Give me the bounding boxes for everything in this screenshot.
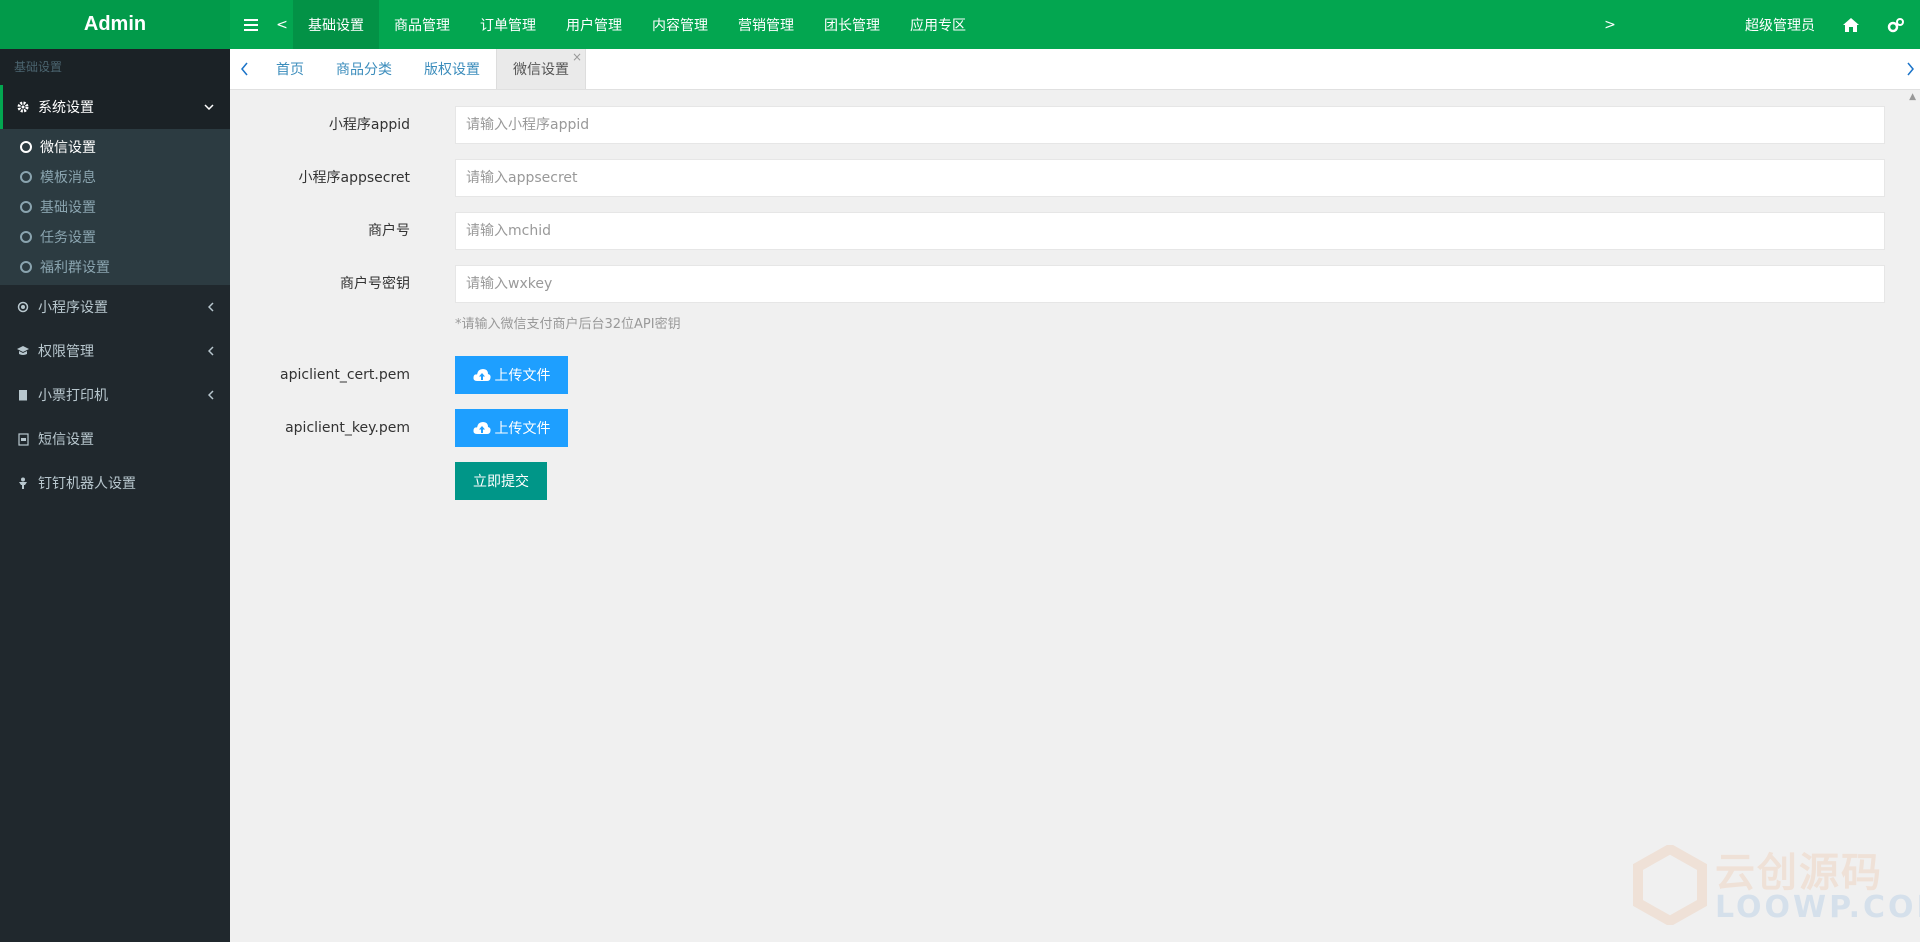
sidebar-item-printer[interactable]: 小票打印机 (0, 373, 230, 417)
form-row-mchid: 商户号 (230, 212, 1890, 250)
user-menu[interactable]: 超级管理员 (1730, 0, 1830, 49)
tab-home[interactable]: 首页 (260, 49, 320, 89)
page-tabs: 首页 商品分类 版权设置 微信设置 × (260, 49, 586, 89)
sidebar-item-dingtalk[interactable]: 钉钉机器人设置 (0, 461, 230, 505)
upload-cert-label: 上传文件 (494, 368, 551, 384)
sidebar-header: 基础设置 (0, 49, 230, 85)
topnav-item-content[interactable]: 内容管理 (637, 0, 723, 49)
watermark-text-en: LOOWP.COM (1715, 890, 1920, 925)
topnav-item-marketing[interactable]: 营销管理 (723, 0, 809, 49)
chevron-left-icon (208, 373, 214, 417)
circle-icon (20, 201, 32, 213)
submit-button[interactable]: 立即提交 (455, 462, 547, 500)
sidebar-item-label: 权限管理 (38, 344, 94, 360)
chevron-left-icon (208, 329, 214, 373)
appid-label: 小程序appid (328, 117, 410, 133)
sidebar-subitem-label: 福利群设置 (40, 260, 110, 276)
tab-goods-category[interactable]: 商品分类 (320, 49, 408, 89)
upload-key-button[interactable]: 上传文件 (455, 409, 568, 447)
form-row-appid: 小程序appid (230, 106, 1890, 144)
sidebar-submenu-system: 微信设置 模板消息 基础设置 任务设置 福利群设置 (0, 129, 230, 285)
circle-icon (20, 261, 32, 273)
chevron-left-icon (208, 285, 214, 329)
robot-icon (16, 476, 30, 490)
topnav-item-users[interactable]: 用户管理 (551, 0, 637, 49)
topnav-item-goods[interactable]: 商品管理 (379, 0, 465, 49)
tab-copyright[interactable]: 版权设置 (408, 49, 496, 89)
cloud-upload-icon (472, 368, 491, 382)
sidebar-subitem-label: 模板消息 (40, 170, 96, 186)
cloud-upload-icon (472, 421, 491, 435)
mchid-label: 商户号 (368, 223, 410, 239)
circle-icon (20, 141, 32, 153)
form-row-key: apiclient_key.pem 上传文件 (230, 409, 1890, 447)
topnav-item-basic[interactable]: 基础设置 (293, 0, 379, 49)
close-icon[interactable]: × (572, 51, 582, 63)
form-row-appsecret: 小程序appsecret (230, 159, 1890, 197)
graduation-cap-icon (16, 344, 30, 358)
circle-icon (20, 171, 32, 183)
upload-cert-button[interactable]: 上传文件 (455, 356, 568, 394)
sidebar-subitem-label: 基础设置 (40, 200, 96, 216)
tab-label: 微信设置 (513, 62, 569, 78)
circle-icon (20, 231, 32, 243)
sidebar-subitem-wechat[interactable]: 微信设置 (0, 132, 230, 162)
appid-input[interactable] (455, 106, 1885, 144)
book-icon (16, 388, 30, 402)
wxkey-label: 商户号密钥 (340, 276, 410, 292)
appsecret-label: 小程序appsecret (298, 170, 410, 186)
sidebar-item-label: 小程序设置 (38, 300, 108, 316)
sidebar-item-permissions[interactable]: 权限管理 (0, 329, 230, 373)
cogs-icon[interactable] (1885, 0, 1907, 49)
upload-key-label: 上传文件 (494, 421, 551, 437)
topnav-next-button[interactable]: > (1600, 0, 1620, 49)
sidebar-subitem-welfare[interactable]: 福利群设置 (0, 252, 230, 282)
key-label: apiclient_key.pem (285, 420, 410, 436)
sidebar: 基础设置 系统设置 微信设置 模板消息 基础设置 任务设置 福利群设置 小程序设… (0, 49, 230, 942)
watermark-text-cn: 云创源码 (1715, 850, 1883, 896)
mchid-input[interactable] (455, 212, 1885, 250)
chevron-down-icon (204, 85, 214, 129)
sidebar-item-label: 小票打印机 (38, 388, 108, 404)
tab-wechat-settings[interactable]: 微信设置 × (496, 49, 586, 89)
sidebar-subitem-basic[interactable]: 基础设置 (0, 192, 230, 222)
app-logo[interactable]: Admin (0, 0, 230, 49)
home-icon[interactable] (1840, 0, 1862, 49)
wxkey-hint: *请输入微信支付商户后台32位API密钥 (455, 317, 681, 332)
sidebar-item-sms[interactable]: 短信设置 (0, 417, 230, 461)
bars-icon[interactable] (240, 0, 262, 49)
topnav-item-apps[interactable]: 应用专区 (895, 0, 981, 49)
sms-file-icon (16, 432, 30, 446)
sidebar-item-label: 短信设置 (38, 432, 94, 448)
top-bar: Admin < 基础设置 商品管理 订单管理 用户管理 内容管理 营销管理 团长… (0, 0, 1920, 49)
sidebar-item-miniprogram[interactable]: 小程序设置 (0, 285, 230, 329)
sidebar-subitem-template[interactable]: 模板消息 (0, 162, 230, 192)
gear-icon (16, 100, 30, 114)
chevron-right-icon[interactable] (1900, 49, 1920, 89)
topnav-prev-button[interactable]: < (274, 0, 290, 49)
sidebar-subitem-task[interactable]: 任务设置 (0, 222, 230, 252)
dot-circle-icon (16, 300, 30, 314)
sidebar-subitem-label: 微信设置 (40, 140, 96, 156)
topnav-item-leaders[interactable]: 团长管理 (809, 0, 895, 49)
topnav-item-orders[interactable]: 订单管理 (465, 0, 551, 49)
chevron-left-icon[interactable] (234, 49, 254, 89)
top-nav: 基础设置 商品管理 订单管理 用户管理 内容管理 营销管理 团长管理 应用专区 (293, 0, 981, 49)
sidebar-subitem-label: 任务设置 (40, 230, 96, 246)
appsecret-input[interactable] (455, 159, 1885, 197)
sidebar-item-system[interactable]: 系统设置 (0, 85, 230, 129)
sidebar-item-label: 系统设置 (38, 100, 94, 116)
sidebar-item-label: 钉钉机器人设置 (38, 476, 136, 492)
watermark-logo: 云创源码 LOOWP.COM (1630, 840, 1920, 930)
tabs-bar: 首页 商品分类 版权设置 微信设置 × (230, 49, 1920, 90)
cert-label: apiclient_cert.pem (280, 367, 410, 383)
wxkey-input[interactable] (455, 265, 1885, 303)
scroll-up-icon[interactable]: ▲ (1909, 92, 1916, 102)
form-row-cert: apiclient_cert.pem 上传文件 (230, 356, 1890, 394)
form-row-wxkey: 商户号密钥 (230, 265, 1890, 303)
